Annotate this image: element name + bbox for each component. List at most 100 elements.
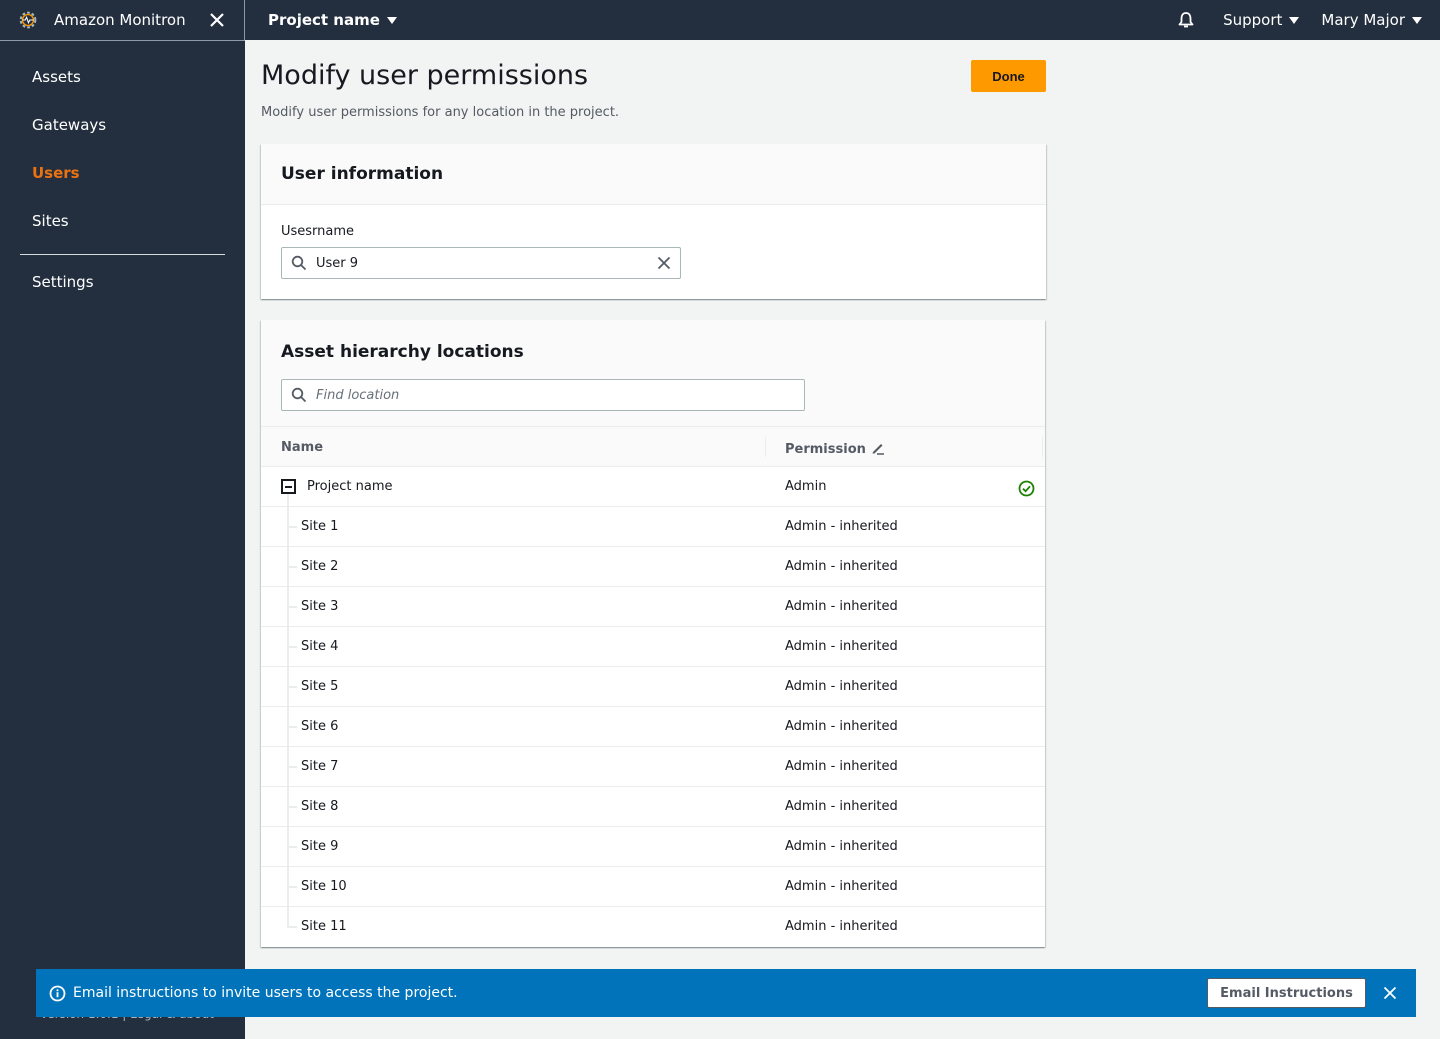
location-permission: Admin - inherited	[785, 559, 898, 574]
caret-down-icon	[1412, 16, 1422, 24]
user-information-panel: User information Usesrname User 9	[261, 144, 1046, 299]
location-name: Site 5	[301, 679, 339, 694]
location-name: Site 10	[301, 879, 347, 894]
location-name: Site 3	[301, 599, 339, 614]
table-row[interactable]: Site 4 Admin - inherited	[261, 627, 1045, 667]
tree-branch	[287, 926, 297, 928]
page-description: Modify user permissions for any location…	[261, 105, 620, 120]
sidebar-divider	[20, 254, 225, 255]
search-icon	[291, 387, 307, 403]
panel-title: User information	[261, 144, 1046, 205]
table-row[interactable]: Site 5 Admin - inherited	[261, 667, 1045, 707]
tree-branch	[287, 686, 297, 688]
caret-down-icon	[386, 16, 397, 24]
clear-icon[interactable]	[657, 256, 671, 270]
location-table-body: Project name Admin Site 1 Admin - inherited…	[261, 467, 1045, 947]
table-row[interactable]: Site 7 Admin - inherited	[261, 747, 1045, 787]
info-icon	[49, 985, 66, 1001]
table-row[interactable]: Site 8 Admin - inherited	[261, 787, 1045, 827]
location-permission: Admin - inherited	[785, 519, 898, 534]
tree-branch	[287, 846, 297, 848]
project-selector[interactable]: Project name	[268, 0, 397, 40]
location-permission: Admin - inherited	[785, 719, 898, 734]
info-flash-bar: Email instructions to invite users to ac…	[36, 969, 1416, 1017]
column-header-permission[interactable]: Permission	[785, 440, 885, 457]
username-label: Usesrname	[281, 224, 355, 239]
location-name: Site 6	[301, 719, 339, 734]
success-check-icon	[1018, 480, 1035, 497]
location-name: Site 9	[301, 839, 339, 854]
sidebar-item-gateways[interactable]: Gateways	[32, 116, 106, 134]
close-icon[interactable]	[1383, 986, 1397, 1000]
page-title: Modify user permissions	[261, 60, 589, 91]
location-name: Site 1	[301, 519, 339, 534]
location-permission: Admin - inherited	[785, 919, 898, 934]
column-resizer[interactable]	[765, 437, 766, 457]
location-name: Project name	[307, 479, 393, 494]
panel-title: Asset hierarchy locations	[281, 342, 524, 362]
location-permission: Admin - inherited	[785, 679, 898, 694]
tree-branch	[287, 766, 297, 768]
tree-branch	[287, 806, 297, 808]
bell-icon[interactable]	[1177, 11, 1195, 29]
location-name: Site 4	[301, 639, 339, 654]
tree-line	[287, 907, 289, 927]
caret-down-icon	[1289, 16, 1300, 24]
edit-icon[interactable]	[870, 440, 885, 455]
flash-message: Email instructions to invite users to ac…	[73, 985, 458, 1001]
gear-logo-icon	[19, 11, 37, 29]
location-permission: Admin - inherited	[785, 759, 898, 774]
done-button[interactable]: Done	[971, 60, 1046, 92]
column-resizer[interactable]	[1042, 437, 1043, 457]
project-name: Project name	[268, 11, 380, 29]
top-right-menu: Support Mary Major	[1177, 0, 1422, 40]
location-permission: Admin	[785, 479, 827, 494]
username-value: User 9	[316, 255, 359, 271]
asset-hierarchy-panel: Asset hierarchy locations Find location …	[261, 320, 1045, 947]
location-name: Site 2	[301, 559, 339, 574]
table-row[interactable]: Site 2 Admin - inherited	[261, 547, 1045, 587]
table-row[interactable]: Project name Admin	[261, 467, 1045, 507]
tree-line	[287, 494, 289, 507]
tree-branch	[287, 646, 297, 648]
table-row[interactable]: Site 10 Admin - inherited	[261, 867, 1045, 907]
location-name: Site 7	[301, 759, 339, 774]
top-navigation: Amazon Monitron Project name Support Mar…	[0, 0, 1440, 40]
user-menu[interactable]: Mary Major	[1321, 11, 1422, 29]
location-name: Site 8	[301, 799, 339, 814]
permission-header-label: Permission	[785, 442, 866, 457]
sidebar-item-sites[interactable]: Sites	[32, 212, 69, 230]
search-icon	[291, 255, 307, 271]
location-permission: Admin - inherited	[785, 839, 898, 854]
app-name: Amazon Monitron	[54, 11, 186, 29]
table-row[interactable]: Site 3 Admin - inherited	[261, 587, 1045, 627]
table-row[interactable]: Site 6 Admin - inherited	[261, 707, 1045, 747]
support-menu[interactable]: Support	[1223, 11, 1300, 29]
support-label: Support	[1223, 11, 1283, 29]
find-location-placeholder: Find location	[316, 387, 400, 403]
table-header: Name Permission	[261, 426, 1045, 467]
table-row[interactable]: Site 11 Admin - inherited	[261, 907, 1045, 947]
location-name: Site 11	[301, 919, 347, 934]
table-row[interactable]: Site 1 Admin - inherited	[261, 507, 1045, 547]
username-input[interactable]: User 9	[281, 247, 681, 279]
table-row[interactable]: Site 9 Admin - inherited	[261, 827, 1045, 867]
user-name: Mary Major	[1321, 11, 1405, 29]
location-permission: Admin - inherited	[785, 799, 898, 814]
sidebar-item-users[interactable]: Users	[32, 164, 80, 182]
sidebar-item-settings[interactable]: Settings	[32, 273, 94, 291]
location-permission: Admin - inherited	[785, 639, 898, 654]
tree-branch	[287, 726, 297, 728]
tree-branch	[287, 566, 297, 568]
brand: Amazon Monitron	[0, 0, 245, 40]
sidebar: Assets Gateways Users Sites Settings Ver…	[0, 40, 245, 1039]
location-permission: Admin - inherited	[785, 599, 898, 614]
sidebar-item-assets[interactable]: Assets	[32, 68, 81, 86]
tree-branch	[287, 526, 297, 528]
email-instructions-button[interactable]: Email Instructions	[1207, 978, 1366, 1008]
column-header-name[interactable]: Name	[281, 440, 323, 455]
collapse-icon[interactable]	[281, 479, 296, 494]
close-icon[interactable]	[208, 11, 226, 29]
tree-branch	[287, 606, 297, 608]
find-location-input[interactable]: Find location	[281, 379, 805, 411]
